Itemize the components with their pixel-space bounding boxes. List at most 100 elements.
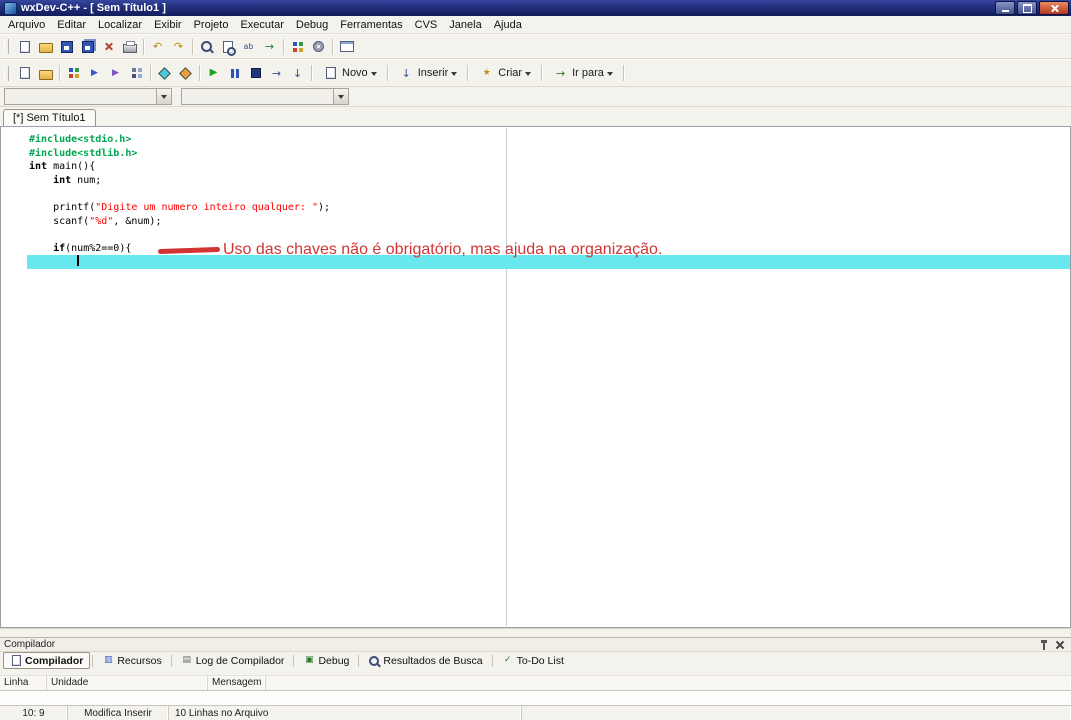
code-segment: main(){: [47, 161, 96, 173]
column-header-mensagem[interactable]: Mensagem: [208, 676, 267, 690]
redo-button[interactable]: ↷: [168, 36, 189, 57]
menu-ferramentas[interactable]: Ferramentas: [334, 18, 408, 32]
profile-button[interactable]: [175, 63, 196, 84]
panel-tab-debug[interactable]: ▣ Debug: [296, 652, 356, 669]
code-segment: #include<stdlib.h>: [29, 147, 138, 159]
replace-button[interactable]: ab: [238, 36, 259, 57]
new-project-icon: [289, 39, 306, 55]
step-into-button[interactable]: ↓: [287, 63, 308, 84]
panel-tab-recursos[interactable]: ▥ Recursos: [95, 652, 168, 669]
panel-tab-resultados-de-busca[interactable]: Resultados de Busca: [361, 652, 489, 669]
editor-tab[interactable]: [*] Sem Título1: [3, 109, 96, 126]
chevron-down-icon: [606, 71, 613, 79]
novo-button[interactable]: Novo: [315, 63, 384, 84]
window-layout-button[interactable]: [336, 36, 357, 57]
save-all-button[interactable]: [77, 36, 98, 57]
chevron-down-icon: [338, 95, 344, 102]
menu-projeto[interactable]: Projeto: [188, 18, 235, 32]
member-browser-combo[interactable]: [181, 88, 349, 105]
minimize-button[interactable]: [995, 1, 1015, 15]
find-in-files-icon: [219, 39, 236, 56]
member-browser-dropdown-button[interactable]: [333, 89, 348, 104]
compiler-message-list[interactable]: [0, 691, 1071, 705]
find-button[interactable]: [196, 36, 217, 57]
code-line[interactable]: [27, 228, 1070, 242]
menu-exibir[interactable]: Exibir: [148, 18, 188, 32]
toolbar-grip[interactable]: [4, 65, 9, 81]
panel-tab-log-de-compilador[interactable]: ▤ Log de Compilador: [174, 652, 292, 669]
toolbar-build: ▶ ▶ ▶ → ↓ Novo ↓ Inserir ★ Criar → Ir para: [14, 63, 627, 84]
panel-tabs: Compilador ▥ Recursos ▤ Log de Compilador ▣ De…: [0, 652, 1071, 669]
menu-cvs[interactable]: CVS: [409, 18, 444, 32]
print-button[interactable]: [119, 36, 140, 57]
open-file-button[interactable]: [35, 36, 56, 57]
panel-tab-to-do-list[interactable]: ✓ To-Do List: [495, 652, 571, 669]
menu-ajuda[interactable]: Ajuda: [488, 18, 528, 32]
goto-line-button[interactable]: →: [259, 36, 280, 57]
code-segment: , &num);: [113, 215, 162, 227]
close-file-button[interactable]: [98, 36, 119, 57]
code-segment: if: [53, 242, 66, 254]
class-browser-dropdown-button[interactable]: [156, 89, 171, 104]
new-project-button[interactable]: [287, 36, 308, 57]
code-editor[interactable]: #include<stdio.h> #include<stdlib.h> int m…: [0, 126, 1071, 628]
inserir-button[interactable]: ↓ Inserir: [391, 63, 465, 84]
panel-pin-button[interactable]: [1037, 639, 1051, 651]
pause-icon: [226, 65, 243, 81]
menu-executar[interactable]: Executar: [234, 18, 289, 32]
code-line[interactable]: printf("Digite um numero inteiro qualque…: [27, 201, 1070, 215]
window-titlebar[interactable]: wxDev-C++ - [ Sem Título1 ]: [0, 0, 1071, 16]
find-in-files-button[interactable]: [217, 36, 238, 57]
menu-janela[interactable]: Janela: [443, 18, 487, 32]
new-source-button[interactable]: [14, 63, 35, 84]
code-line[interactable]: scanf("%d", &num);: [27, 215, 1070, 229]
new-file-button[interactable]: [14, 36, 35, 57]
pause-button[interactable]: [224, 63, 245, 84]
undo-button[interactable]: ↶: [147, 36, 168, 57]
save-icon: [58, 39, 75, 55]
column-header-linha[interactable]: Linha: [0, 676, 47, 690]
ir-para-button[interactable]: → Ir para: [545, 63, 620, 84]
rebuild-all-button[interactable]: [126, 63, 147, 84]
debug-button[interactable]: [154, 63, 175, 84]
project-options-button[interactable]: [308, 36, 329, 57]
open-project-button[interactable]: [35, 63, 56, 84]
code-line[interactable]: #include<stdio.h>: [27, 133, 1070, 147]
compile-and-run-button[interactable]: ▶: [105, 63, 126, 84]
toolbar-separator: [283, 38, 284, 55]
continue-icon: ▶: [209, 67, 218, 78]
stop-button[interactable]: [245, 63, 266, 84]
close-button[interactable]: [1039, 1, 1069, 15]
toolbar-grip[interactable]: [4, 39, 9, 54]
run-button[interactable]: ▶: [84, 63, 105, 84]
chevron-down-icon: [370, 71, 377, 79]
code-line[interactable]: int main(){: [27, 160, 1070, 174]
next-step-button[interactable]: →: [266, 63, 287, 84]
menu-editar[interactable]: Editar: [51, 18, 92, 32]
toolbar-separator: [192, 38, 193, 55]
code-line[interactable]: int num;: [27, 174, 1070, 188]
code-segment: scanf(: [29, 215, 90, 227]
panel-tab-compilador[interactable]: Compilador: [3, 652, 91, 669]
compiler-tab-icon: [10, 655, 22, 667]
panel-splitter[interactable]: [0, 628, 1071, 637]
continue-button[interactable]: ▶: [203, 63, 224, 84]
undo-icon: ↶: [152, 40, 163, 53]
status-bar: 10: 9 Modifica Inserir 10 Linhas no Arquiv…: [0, 705, 1071, 720]
menu-localizar[interactable]: Localizar: [92, 18, 148, 32]
code-line[interactable]: #include<stdlib.h>: [27, 147, 1070, 161]
class-browser-combo[interactable]: [4, 88, 172, 105]
criar-button[interactable]: ★ Criar: [471, 63, 538, 84]
menu-debug[interactable]: Debug: [290, 18, 334, 32]
debug-tab-icon: ▣: [305, 655, 314, 665]
menu-arquivo[interactable]: Arquivo: [2, 18, 51, 32]
code-line[interactable]: [27, 187, 1070, 201]
column-header-unidade[interactable]: Unidade: [47, 676, 208, 690]
save-button[interactable]: [56, 36, 77, 57]
compile-button[interactable]: [63, 63, 84, 84]
maximize-button[interactable]: [1017, 1, 1037, 15]
chevron-down-icon: [161, 95, 167, 102]
panel-close-button[interactable]: [1053, 639, 1067, 651]
